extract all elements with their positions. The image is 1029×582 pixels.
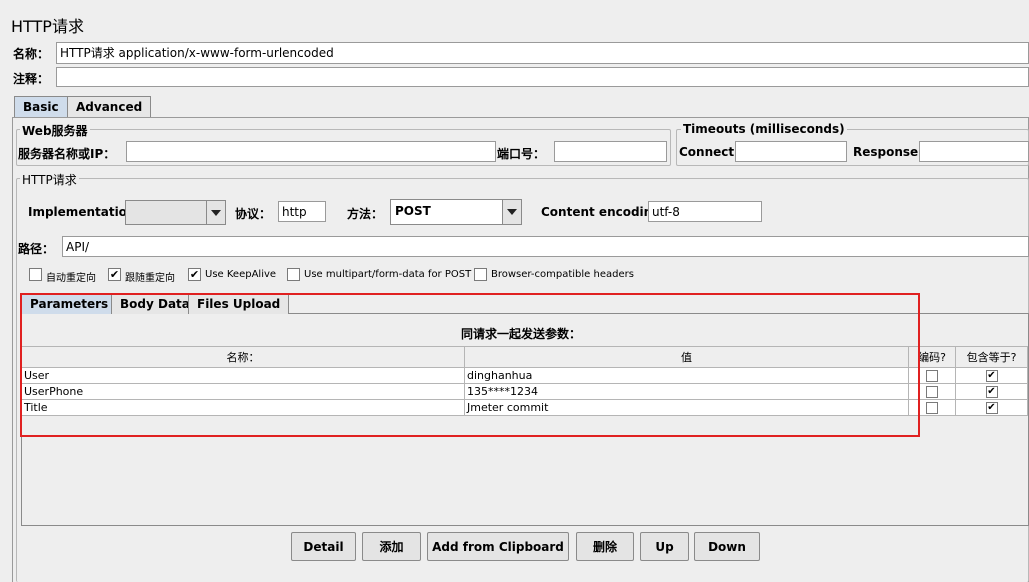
param-value[interactable]: dinghanhua	[464, 367, 909, 384]
server-input[interactable]	[126, 141, 496, 162]
table-row[interactable]: UserPhone 135****1234 ✔	[21, 383, 1028, 400]
param-value[interactable]: Jmeter commit	[464, 399, 909, 416]
table-header: 名称： 值 编码? 包含等于?	[21, 346, 1028, 368]
include-equals-checkbox[interactable]: ✔	[985, 370, 998, 382]
page-title: HTTP请求	[11, 17, 84, 36]
timeouts-legend: Timeouts (milliseconds)	[681, 122, 847, 136]
down-button[interactable]: Down	[694, 532, 760, 561]
tab-body-data[interactable]: Body Data	[111, 293, 199, 314]
check-icon: ✔	[189, 268, 200, 281]
include-equals-cell[interactable]: ✔	[955, 367, 1028, 384]
encode-cell[interactable]	[908, 399, 956, 416]
follow-redirect-label: 跟随重定向	[125, 273, 175, 284]
check-icon: ✔	[109, 268, 120, 281]
web-server-legend: Web服务器	[20, 122, 90, 139]
tab-basic[interactable]: Basic	[14, 96, 68, 117]
chevron-down-icon	[206, 201, 225, 224]
col-encode[interactable]: 编码?	[908, 346, 956, 368]
include-equals-checkbox[interactable]: ✔	[985, 402, 998, 414]
connect-label: Connect:	[679, 145, 739, 159]
detail-button[interactable]: Detail	[291, 532, 356, 561]
follow-redirect-checkbox[interactable]: ✔	[108, 268, 121, 281]
response-input[interactable]	[919, 141, 1029, 162]
tab-parameters[interactable]: Parameters	[21, 293, 118, 314]
http-request-legend: HTTP请求	[20, 171, 79, 188]
param-name[interactable]: Title	[21, 399, 465, 416]
tab-files-upload[interactable]: Files Upload	[188, 293, 290, 314]
include-equals-cell[interactable]: ✔	[955, 383, 1028, 400]
include-equals-checkbox[interactable]: ✔	[985, 386, 998, 398]
encoding-input[interactable]: utf-8	[648, 201, 762, 222]
param-value[interactable]: 135****1234	[464, 383, 909, 400]
implementation-label: Implementation:	[28, 205, 141, 219]
method-select[interactable]: POST	[390, 199, 522, 225]
encode-cell[interactable]	[908, 383, 956, 400]
params-table: 名称： 值 编码? 包含等于? User dinghanhua ✔ UserPh…	[21, 346, 1028, 416]
keepalive-label: Use KeepAlive	[205, 269, 277, 280]
multipart-label: Use multipart/form-data for POST	[304, 269, 472, 280]
keepalive-checkbox[interactable]: ✔	[188, 268, 201, 281]
implementation-select[interactable]	[125, 200, 226, 225]
protocol-label: 协议：	[235, 207, 272, 221]
delete-button[interactable]: 删除	[576, 532, 634, 561]
param-name[interactable]: User	[21, 367, 465, 384]
col-value[interactable]: 值	[464, 346, 909, 368]
table-row[interactable]: Title Jmeter commit ✔	[21, 399, 1028, 416]
protocol-input[interactable]: http	[278, 201, 326, 222]
encode-checkbox[interactable]	[926, 370, 938, 382]
path-input[interactable]: API/	[62, 236, 1029, 257]
encode-cell[interactable]	[908, 367, 956, 384]
port-label: 端口号：	[497, 147, 546, 161]
browser-headers-checkbox[interactable]	[474, 268, 487, 281]
encode-checkbox[interactable]	[926, 402, 938, 414]
table-row[interactable]: User dinghanhua ✔	[21, 367, 1028, 384]
up-button[interactable]: Up	[640, 532, 689, 561]
name-field[interactable]: HTTP请求 application/x-www-form-urlencoded	[56, 42, 1029, 64]
response-label: Response:	[853, 145, 923, 159]
encoding-label: Content encoding:	[541, 205, 666, 219]
server-label: 服务器名称或IP：	[18, 147, 116, 161]
col-name[interactable]: 名称：	[21, 346, 465, 368]
tab-advanced[interactable]: Advanced	[67, 96, 152, 117]
params-heading: 同请求一起发送参数：	[461, 327, 582, 341]
add-button[interactable]: 添加	[362, 532, 421, 561]
connect-input[interactable]	[735, 141, 847, 162]
name-label: 名称：	[13, 47, 50, 61]
include-equals-cell[interactable]: ✔	[955, 399, 1028, 416]
parameters-panel	[21, 313, 1029, 526]
encode-checkbox[interactable]	[926, 386, 938, 398]
method-value: POST	[395, 204, 431, 218]
auto-redirect-label: 自动重定向	[46, 273, 96, 284]
col-include-equals[interactable]: 包含等于?	[955, 346, 1028, 368]
browser-headers-label: Browser-compatible headers	[491, 269, 634, 280]
path-label: 路径：	[18, 242, 55, 256]
comment-field[interactable]	[56, 67, 1029, 87]
add-from-clipboard-button[interactable]: Add from Clipboard	[427, 532, 569, 561]
comment-label: 注释：	[13, 72, 50, 86]
multipart-checkbox[interactable]	[287, 268, 300, 281]
port-input[interactable]	[554, 141, 667, 162]
method-label: 方法：	[347, 207, 384, 221]
auto-redirect-checkbox[interactable]	[29, 268, 42, 281]
chevron-down-icon	[502, 200, 521, 224]
param-name[interactable]: UserPhone	[21, 383, 465, 400]
